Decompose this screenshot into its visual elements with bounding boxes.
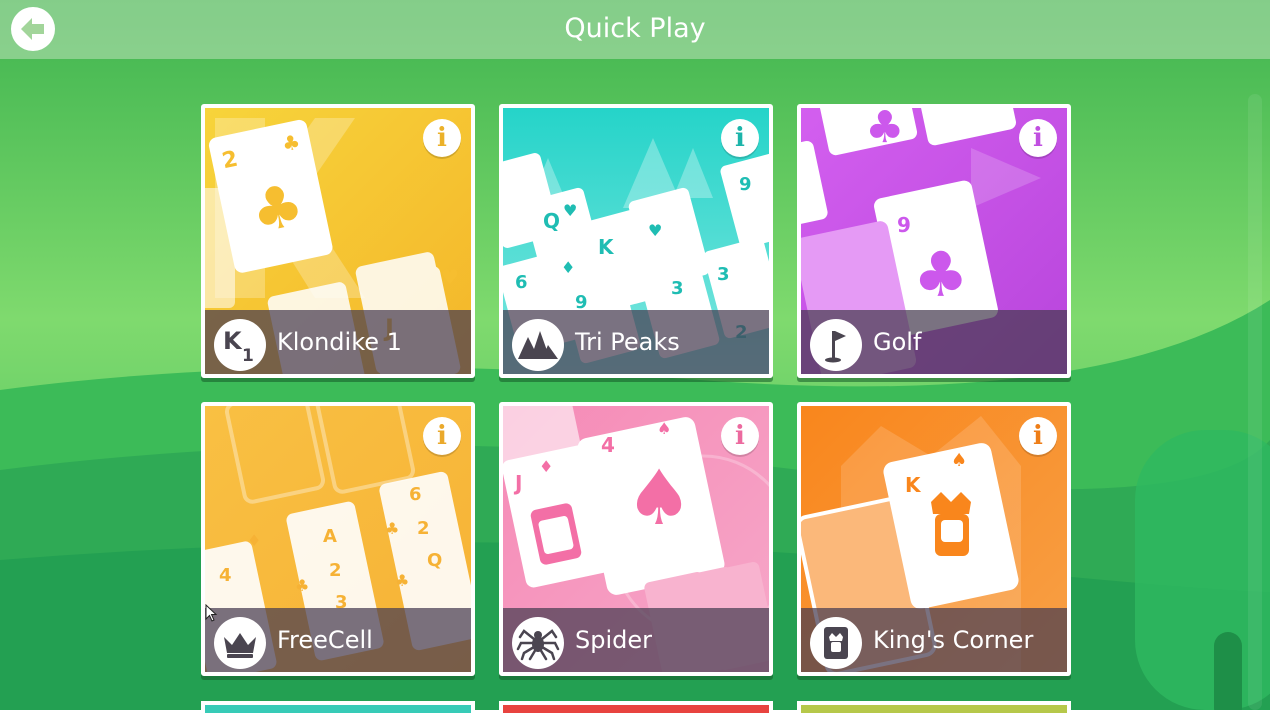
spider-icon xyxy=(512,617,564,669)
game-tile-golf[interactable]: ♣ 9 ♣ i Golf xyxy=(797,104,1071,378)
svg-text:♥: ♥ xyxy=(648,221,662,240)
game-name: Tri Peaks xyxy=(575,328,680,356)
crown-icon xyxy=(214,617,266,669)
svg-text:2: 2 xyxy=(417,518,430,539)
svg-text:6: 6 xyxy=(409,484,422,505)
svg-text:♠: ♠ xyxy=(625,453,693,542)
game-label-bar: Golf xyxy=(801,310,1067,374)
svg-text:♣: ♣ xyxy=(385,519,399,538)
info-button[interactable]: i xyxy=(721,119,759,157)
game-label-bar: Tri Peaks xyxy=(503,310,769,374)
king-card-icon xyxy=(810,617,862,669)
game-label-bar: FreeCell xyxy=(205,608,471,672)
info-button[interactable]: i xyxy=(1019,417,1057,455)
info-button[interactable]: i xyxy=(1019,119,1057,157)
svg-text:1: 1 xyxy=(242,346,254,366)
svg-text:Q: Q xyxy=(543,209,560,233)
game-tile-spider[interactable]: J 4 ♦ ♠ ♠ i Spider xyxy=(499,402,773,676)
game-name: Golf xyxy=(873,328,922,356)
svg-text:9: 9 xyxy=(897,213,911,237)
svg-text:♦: ♦ xyxy=(561,258,575,277)
svg-text:♥: ♥ xyxy=(441,265,459,289)
svg-text:K: K xyxy=(598,235,615,259)
klondike-k1-icon: K 1 xyxy=(214,319,266,371)
svg-text:3: 3 xyxy=(717,264,730,285)
svg-text:2: 2 xyxy=(329,560,342,581)
game-tile-klondike[interactable]: 2 ♣ ♣ J ♥ i K 1 Klondike 1 xyxy=(201,104,475,378)
svg-text:♣: ♣ xyxy=(395,571,409,590)
svg-text:♣: ♣ xyxy=(295,576,309,595)
svg-text:♣: ♣ xyxy=(865,108,904,153)
game-name: Spider xyxy=(575,626,653,654)
info-button[interactable]: i xyxy=(423,417,461,455)
svg-text:3: 3 xyxy=(671,278,684,299)
svg-text:♠: ♠ xyxy=(657,419,671,438)
game-tile-partial[interactable] xyxy=(797,701,1071,713)
game-label-bar: K 1 Klondike 1 xyxy=(205,310,471,374)
game-tile-kings-corner[interactable]: K ♠ i King's Corner xyxy=(797,402,1071,676)
game-name: Klondike 1 xyxy=(277,328,402,356)
svg-text:♥: ♥ xyxy=(563,201,577,220)
mouse-cursor-icon xyxy=(205,604,218,622)
svg-text:4: 4 xyxy=(219,565,232,586)
game-tile-partial[interactable] xyxy=(499,701,773,713)
game-label-bar: Spider xyxy=(503,608,769,672)
svg-text:A: A xyxy=(323,526,337,547)
svg-text:♦: ♦ xyxy=(539,457,553,476)
svg-text:Q: Q xyxy=(427,550,442,571)
info-button[interactable]: i xyxy=(721,417,759,455)
svg-text:♠: ♠ xyxy=(951,450,967,471)
svg-text:6: 6 xyxy=(515,272,528,293)
svg-text:K: K xyxy=(905,473,922,497)
game-tile-freecell[interactable]: 4 A 2 3 6 2 Q ♣ ♣ ♣ ♦ i FreeCell xyxy=(201,402,475,676)
game-name: King's Corner xyxy=(873,626,1034,654)
game-tile-tri-peaks[interactable]: Q K 6 3 3 9 2 9 ♥ ♥ ♦ i Tri Peaks xyxy=(499,104,773,378)
svg-text:9: 9 xyxy=(739,174,752,195)
svg-text:4: 4 xyxy=(601,433,615,457)
mountain-peaks-icon xyxy=(512,319,564,371)
game-tile-partial[interactable] xyxy=(201,701,475,713)
game-name: FreeCell xyxy=(277,626,373,654)
svg-text:K: K xyxy=(223,327,243,355)
svg-text:♣: ♣ xyxy=(913,238,969,311)
svg-text:J: J xyxy=(513,471,522,495)
page-title: Quick Play xyxy=(564,13,706,44)
svg-text:♦: ♦ xyxy=(247,531,261,550)
game-label-bar: King's Corner xyxy=(801,608,1067,672)
golf-flag-icon xyxy=(810,319,862,371)
scrollbar[interactable] xyxy=(1248,94,1262,710)
info-button[interactable]: i xyxy=(423,119,461,157)
